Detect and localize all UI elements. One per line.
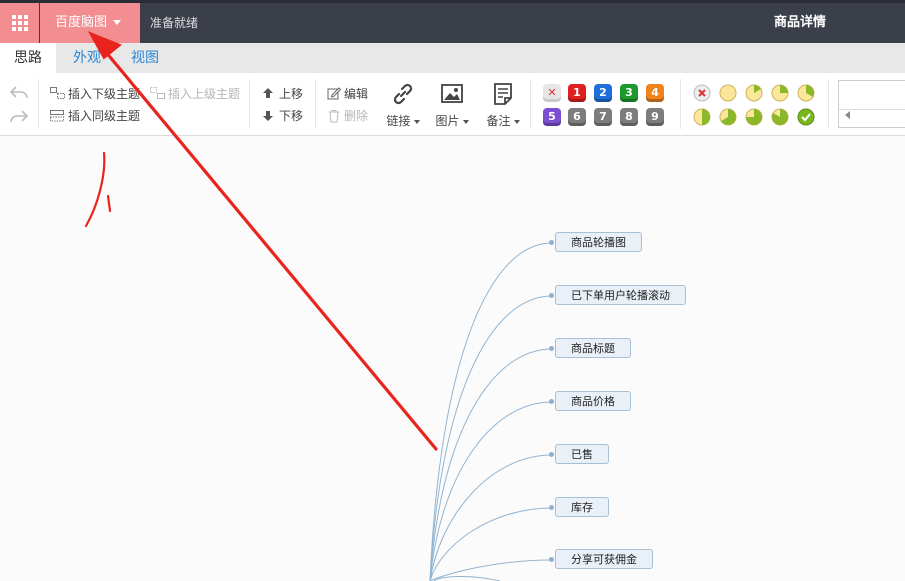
tab-idea[interactable]: 思路: [0, 43, 56, 73]
redo-icon[interactable]: [9, 108, 29, 124]
image-label: 图片: [435, 114, 460, 128]
insert-child-icon: [50, 87, 65, 99]
app-name: 百度脑图: [55, 15, 108, 30]
progress-6-icon[interactable]: [745, 108, 763, 126]
progress-remove-icon[interactable]: [693, 84, 711, 102]
tab-view[interactable]: 视图: [131, 43, 159, 73]
progress-done-icon[interactable]: [797, 108, 815, 126]
app-menu-button[interactable]: 百度脑图: [40, 3, 140, 43]
priority-9-button[interactable]: 9: [646, 108, 664, 126]
mindmap-connectors: [429, 242, 553, 581]
link-button[interactable]: 链接: [383, 82, 423, 129]
trash-icon: [329, 110, 339, 123]
apps-menu-button[interactable]: [0, 3, 39, 43]
mindmap-node[interactable]: 商品价格: [555, 391, 631, 411]
insert-child-button[interactable]: 插入下级主题: [68, 85, 140, 102]
mindmap-node[interactable]: 库存: [555, 497, 609, 517]
mindmap-canvas[interactable]: 商品轮播图 已下单用户轮播滚动 商品标题 商品价格 已售 库存 分享可获佣金: [0, 136, 905, 581]
link-icon: [393, 83, 413, 105]
save-status: 准备就绪: [150, 16, 199, 30]
progress-7-icon[interactable]: [771, 108, 789, 126]
priority-3-button[interactable]: 3: [620, 84, 638, 102]
undo-icon[interactable]: [9, 84, 29, 100]
apps-grid-icon: [11, 15, 28, 31]
progress-3-icon[interactable]: [797, 84, 815, 102]
note-button[interactable]: 备注: [482, 82, 524, 129]
mindmap-node[interactable]: 商品轮播图: [555, 232, 642, 252]
edit-icon: [327, 87, 341, 100]
priority-8-button[interactable]: 8: [620, 108, 638, 126]
tab-appearance[interactable]: 外观: [73, 43, 101, 73]
priority-remove-button[interactable]: ✕: [543, 84, 561, 102]
move-up-button[interactable]: 上移: [279, 85, 303, 102]
mindmap-node[interactable]: 已售: [555, 444, 609, 464]
mindmap-node[interactable]: 分享可获佣金: [555, 549, 653, 569]
edit-button[interactable]: 编辑: [344, 85, 368, 102]
priority-7-button[interactable]: 7: [594, 108, 612, 126]
arrow-down-icon: [263, 111, 273, 121]
caret-down-icon: [113, 20, 122, 25]
mindmap-node[interactable]: 商品标题: [555, 338, 631, 358]
progress-2-icon[interactable]: [771, 84, 789, 102]
link-label: 链接: [386, 114, 411, 128]
toolbar: 插入下级主题 插入上级主题 插入同级主题 上移 下移 编辑 删除 链接 图片 备…: [0, 73, 905, 136]
priority-4-button[interactable]: 4: [646, 84, 664, 102]
insert-parent-icon: [150, 87, 165, 99]
insert-sibling-button[interactable]: 插入同级主题: [68, 107, 140, 124]
move-down-button[interactable]: 下移: [279, 107, 303, 124]
image-icon: [441, 84, 463, 103]
priority-2-button[interactable]: 2: [594, 84, 612, 102]
progress-1-icon[interactable]: [745, 84, 763, 102]
priority-6-button[interactable]: 6: [568, 108, 586, 126]
progress-0-icon[interactable]: [719, 84, 737, 102]
delete-button[interactable]: 删除: [344, 107, 368, 124]
resource-input-box[interactable]: [838, 80, 905, 128]
note-label: 备注: [486, 114, 511, 128]
scroll-left-icon[interactable]: [845, 111, 851, 119]
top-bar: 百度脑图 准备就绪 商品详情: [0, 0, 905, 43]
arrow-up-icon: [263, 88, 273, 98]
document-title[interactable]: 商品详情: [774, 3, 826, 43]
note-icon: [494, 83, 512, 105]
image-button[interactable]: 图片: [432, 82, 472, 129]
priority-5-button[interactable]: 5: [543, 108, 561, 126]
insert-parent-button[interactable]: 插入上级主题: [168, 85, 240, 102]
insert-sibling-icon: [50, 110, 64, 122]
progress-5-icon[interactable]: [719, 108, 737, 126]
tab-bar: 思路 外观 视图: [0, 43, 905, 73]
mindmap-node[interactable]: 已下单用户轮播滚动: [555, 285, 686, 305]
progress-4-icon[interactable]: [693, 108, 711, 126]
priority-1-button[interactable]: 1: [568, 84, 586, 102]
